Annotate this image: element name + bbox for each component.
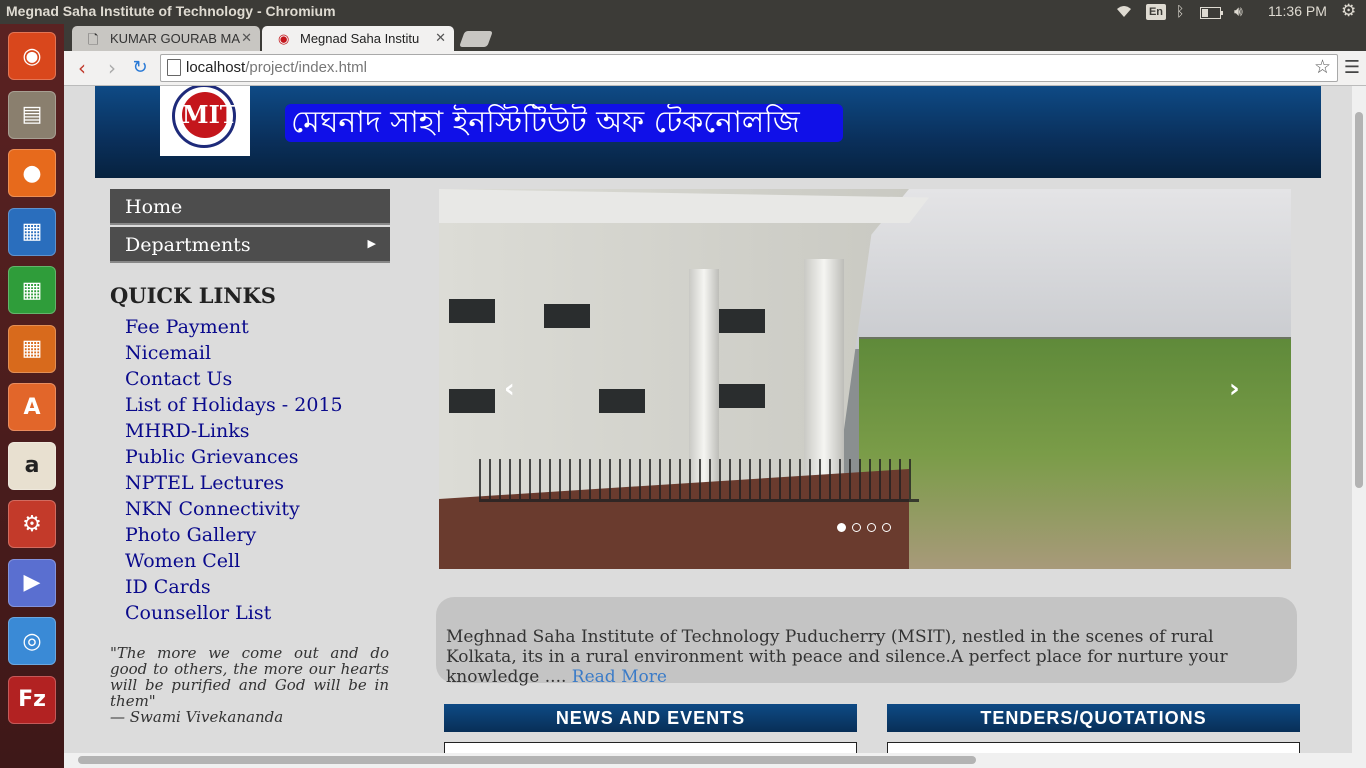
quote-block: "The more we come out and do good to oth…	[110, 645, 389, 725]
nav-departments[interactable]: Departments ▶	[110, 227, 390, 263]
tab-kumar-gourab[interactable]: 🗋 KUMAR GOURAB MA ✕	[72, 26, 260, 51]
tab-title: Megnad Saha Institu	[300, 31, 420, 46]
address-bar[interactable]: localhost/project/index.html ☆	[160, 54, 1338, 82]
window-title: Megnad Saha Institute of Technology - Ch…	[6, 3, 336, 19]
quick-link[interactable]: Nicemail	[125, 341, 343, 367]
forward-button[interactable]: ›	[100, 56, 124, 80]
session-gear-icon[interactable]: ⚙	[1341, 1, 1356, 21]
page-icon	[167, 59, 181, 76]
launcher-videos-icon[interactable]: ▶	[8, 558, 56, 607]
quick-link[interactable]: NKN Connectivity	[125, 497, 343, 523]
quick-links-title: QUICK LINKS	[110, 283, 276, 308]
carousel-next-arrow[interactable]: ›	[1229, 374, 1240, 404]
quick-link[interactable]: Fee Payment	[125, 315, 343, 341]
unity-launcher: ◉ ▤ ● ▦ ▦ ▦ Aa ⚙ ▶ ◎ Fz	[0, 24, 64, 768]
read-more-link[interactable]: Read More	[572, 667, 667, 687]
battery-icon[interactable]	[1200, 6, 1224, 22]
browser-menu-icon[interactable]: ☰	[1344, 57, 1360, 78]
launcher-writer-icon[interactable]: ▦	[8, 207, 56, 256]
carousel-dot-4[interactable]	[882, 523, 891, 532]
slide-window	[719, 384, 765, 408]
quick-link[interactable]: Counsellor List	[125, 601, 343, 627]
clock[interactable]: 11:36 PM	[1268, 3, 1327, 19]
new-tab-button[interactable]	[459, 31, 493, 47]
horizontal-scroll-thumb[interactable]	[78, 756, 976, 764]
launcher-files-icon[interactable]: ▤	[8, 90, 56, 139]
back-button[interactable]: ‹	[70, 56, 94, 80]
site-logo-icon: ◉	[278, 31, 290, 46]
wifi-icon[interactable]	[1114, 3, 1134, 22]
bookmark-star-icon[interactable]: ☆	[1314, 56, 1331, 79]
url-text: localhost/project/index.html	[186, 59, 367, 76]
horizontal-scrollbar[interactable]	[64, 753, 1366, 768]
quick-link[interactable]: Photo Gallery	[125, 523, 343, 549]
nav-home-label: Home	[125, 196, 183, 218]
about-panel: Meghnad Saha Institute of Technology Pud…	[436, 597, 1297, 687]
carousel-dot-1[interactable]	[837, 523, 846, 532]
quick-link[interactable]: List of Holidays - 2015	[125, 393, 343, 419]
vertical-scroll-thumb[interactable]	[1355, 112, 1363, 488]
image-carousel[interactable]: ‹ ›	[439, 189, 1291, 569]
tab-strip: 🗋 KUMAR GOURAB MA ✕ ◉ Megnad Saha Instit…	[64, 24, 1366, 51]
os-top-panel: Megnad Saha Institute of Technology - Ch…	[0, 0, 1366, 24]
launcher-impress-icon[interactable]: ▦	[8, 324, 56, 373]
news-events-heading: NEWS AND EVENTS	[444, 704, 857, 732]
close-tab-icon[interactable]: ✕	[435, 30, 446, 46]
carousel-prev-arrow[interactable]: ‹	[504, 374, 515, 404]
launcher-amazon-icon[interactable]: a	[8, 441, 56, 490]
slide-window	[449, 299, 495, 323]
quick-link[interactable]: Contact Us	[125, 367, 343, 393]
launcher-system-settings-icon[interactable]: ⚙	[8, 500, 56, 548]
news-events-box	[444, 742, 857, 753]
launcher-filezilla-icon[interactable]: Fz	[8, 675, 56, 724]
slide-window	[449, 389, 495, 413]
quick-link[interactable]: Women Cell	[125, 549, 343, 575]
vertical-scrollbar[interactable]	[1352, 86, 1366, 753]
nav-home[interactable]: Home	[110, 189, 390, 225]
logo-mark: MIT	[182, 92, 238, 138]
launcher-software-center-icon[interactable]: A	[8, 383, 56, 431]
slide-field	[859, 339, 1291, 569]
page-viewport: MIT মেঘনাদ সাহা ইনস্টিটিউট অফ টেকনোলজি H…	[64, 86, 1352, 753]
bengali-title-banner: মেঘনাদ সাহা ইনস্টিটিউট অফ টেকনোলজি	[285, 104, 843, 142]
nav-departments-label: Departments	[125, 234, 251, 256]
site-logo[interactable]: MIT	[160, 86, 250, 156]
quote-text: "The more we come out and do good to oth…	[110, 644, 389, 710]
about-text: Meghnad Saha Institute of Technology Pud…	[446, 627, 1228, 687]
tenders-heading: TENDERS/QUOTATIONS	[887, 704, 1300, 732]
quote-author: — Swami Vivekananda	[110, 708, 284, 726]
launcher-firefox-icon[interactable]: ●	[8, 149, 56, 197]
quick-link[interactable]: Public Grievances	[125, 445, 343, 471]
browser-toolbar: ‹ › ↻ localhost/project/index.html ☆ ☰	[64, 51, 1366, 86]
quick-link[interactable]: ID Cards	[125, 575, 343, 601]
carousel-dot-3[interactable]	[867, 523, 876, 532]
tab-megnad-saha[interactable]: ◉ Megnad Saha Institu ✕	[262, 26, 454, 51]
slide-window	[544, 304, 590, 328]
tab-title: KUMAR GOURAB MA	[110, 31, 241, 46]
submenu-arrow-icon: ▶	[367, 237, 376, 250]
slide-railing	[479, 459, 919, 502]
site-header: MIT মেঘনাদ সাহা ইনস্টিটিউট অফ টেকনোলজি	[95, 86, 1321, 178]
launcher-calc-icon[interactable]: ▦	[8, 266, 56, 314]
slide-window	[599, 389, 645, 413]
keyboard-layout-indicator[interactable]: En	[1146, 4, 1166, 20]
reload-button[interactable]: ↻	[128, 56, 152, 80]
volume-icon[interactable]: 🔊︎	[1234, 3, 1243, 20]
quick-link[interactable]: MHRD-Links	[125, 419, 343, 445]
close-tab-icon[interactable]: ✕	[241, 30, 252, 46]
quick-link[interactable]: NPTEL Lectures	[125, 471, 343, 497]
slide-window	[719, 309, 765, 333]
carousel-dot-2[interactable]	[852, 523, 861, 532]
quick-links-list: Fee Payment Nicemail Contact Us List of …	[125, 315, 343, 627]
bluetooth-icon[interactable]: ᛒ	[1176, 3, 1184, 19]
launcher-ubuntu-dash-icon[interactable]: ◉	[8, 32, 56, 80]
tenders-box	[887, 742, 1300, 753]
launcher-chromium-icon[interactable]: ◎	[8, 617, 56, 665]
page-icon: 🗋	[88, 32, 99, 47]
